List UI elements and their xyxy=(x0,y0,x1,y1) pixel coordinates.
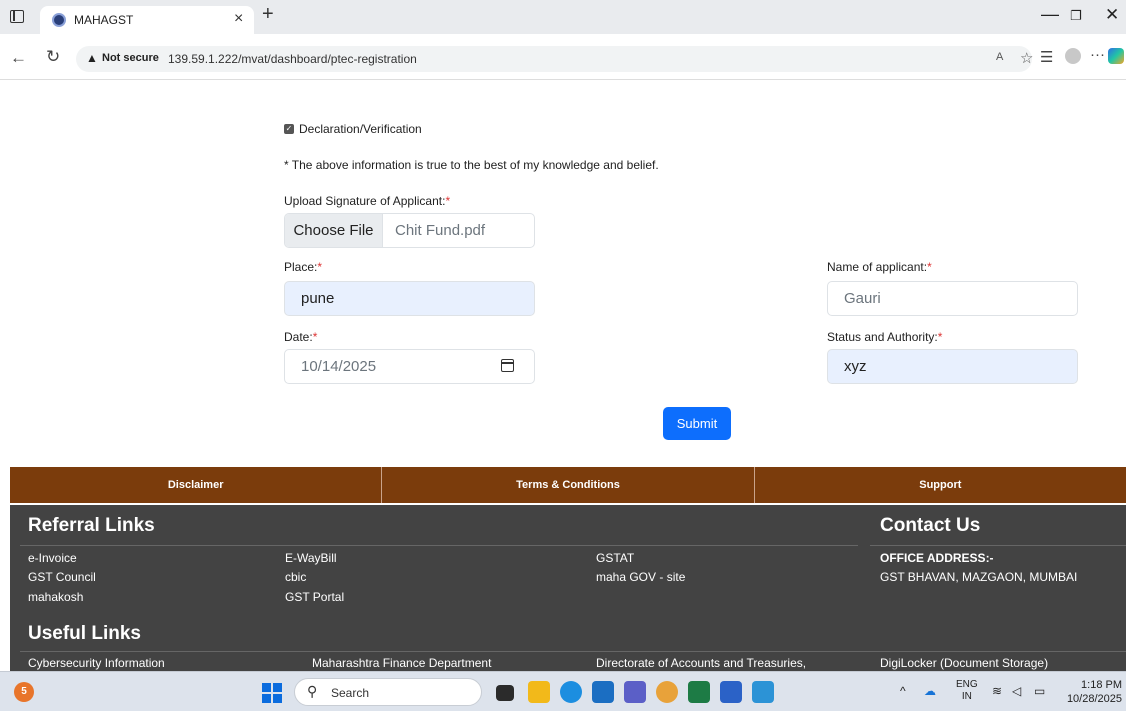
useful-link-cybersecurity[interactable]: Cybersecurity Information xyxy=(28,656,165,670)
site-footer: Referral Links Contact Us e-Invoice E-Wa… xyxy=(10,505,1126,671)
edge-browser-icon[interactable] xyxy=(560,681,582,703)
status-input[interactable]: xyz xyxy=(827,349,1078,384)
tab-title: MAHAGST xyxy=(74,13,134,27)
favorites-icon[interactable]: ☰ xyxy=(1040,48,1053,66)
date-input[interactable]: 10/14/2025 xyxy=(284,349,535,384)
tray-chevron-icon[interactable]: ^ xyxy=(900,684,906,698)
submit-button[interactable]: Submit xyxy=(663,407,731,440)
address-row: ← ↻ ▲ Not secure 139.59.1.222/mvat/dashb… xyxy=(0,34,1126,80)
place-input[interactable]: pune xyxy=(284,281,535,316)
language-indicator[interactable]: ENG IN xyxy=(956,679,978,703)
useful-link-finance-dept[interactable]: Maharashtra Finance Department xyxy=(312,656,491,670)
disclaimer-link[interactable]: Disclaimer xyxy=(10,467,383,503)
referral-link-ewaybill[interactable]: E-WayBill xyxy=(285,551,337,565)
place-label: Place:* xyxy=(284,260,323,274)
terms-link[interactable]: Terms & Conditions xyxy=(382,467,755,503)
excel-icon[interactable] xyxy=(688,681,710,703)
taskbar-clock[interactable]: 1:18 PM 10/28/2025 xyxy=(1062,678,1122,706)
referral-link-mahakosh[interactable]: mahakosh xyxy=(28,590,83,604)
choose-file-button[interactable]: Choose File xyxy=(285,214,383,247)
useful-link-digilocker[interactable]: DigiLocker (Document Storage) xyxy=(880,656,1048,670)
declaration-text: * The above information is true to the b… xyxy=(284,158,659,172)
browser-titlebar: MAHAGST × + — ❐ ✕ xyxy=(0,0,1126,34)
tab-close-icon[interactable]: × xyxy=(234,10,243,28)
contact-divider xyxy=(870,545,1126,546)
referral-link-gstat[interactable]: GSTAT xyxy=(596,551,634,565)
browser-tab[interactable]: MAHAGST × xyxy=(40,6,254,34)
reload-icon[interactable]: ↻ xyxy=(46,47,60,67)
back-icon[interactable]: ← xyxy=(10,48,27,68)
referral-link-gst-portal[interactable]: GST Portal xyxy=(285,590,344,604)
profile-avatar-icon[interactable] xyxy=(1065,48,1081,64)
name-label: Name of applicant:* xyxy=(827,260,932,274)
onedrive-icon[interactable]: ☁ xyxy=(924,684,936,698)
name-input[interactable]: Gauri xyxy=(827,281,1078,316)
referral-link-cbic[interactable]: cbic xyxy=(285,570,306,584)
volume-icon[interactable]: ◁ xyxy=(1012,684,1021,698)
wifi-icon[interactable]: ≋ xyxy=(992,684,1002,698)
footer-nav-bar: Disclaimer Terms & Conditions Support xyxy=(10,467,1126,503)
support-link[interactable]: Support xyxy=(755,467,1126,503)
taskbar-search[interactable]: ⚲ Search xyxy=(294,678,482,706)
windows-taskbar: 5 ⚲ Search ^ ☁ ENG IN ≋ ◁ ▭ 1:18 PM 10/2… xyxy=(0,671,1126,711)
ptec-registration-form: ✓ Declaration/Verification * The above i… xyxy=(0,80,1126,465)
taskbar-search-label: Search xyxy=(331,686,370,700)
tab-actions-icon[interactable] xyxy=(10,10,24,23)
referral-heading: Referral Links xyxy=(28,515,155,536)
calendar-icon[interactable] xyxy=(501,359,514,372)
referral-link-maha-gov[interactable]: maha GOV - site xyxy=(596,570,685,584)
signature-label: Upload Signature of Applicant:* xyxy=(284,194,451,208)
task-view-icon[interactable] xyxy=(496,685,514,701)
favorite-star-icon[interactable]: ☆ xyxy=(1020,49,1033,67)
word-icon[interactable] xyxy=(720,681,742,703)
photos-icon[interactable] xyxy=(752,681,774,703)
start-windows-icon[interactable] xyxy=(262,683,282,703)
declaration-row[interactable]: ✓ Declaration/Verification xyxy=(284,122,422,136)
notification-badge[interactable]: 5 xyxy=(14,682,34,702)
copilot-icon[interactable] xyxy=(1108,48,1124,64)
date-value: 10/14/2025 xyxy=(301,358,377,375)
useful-link-accounts-treasuries[interactable]: Directorate of Accounts and Treasuries, xyxy=(596,656,806,670)
office-address-text: GST BHAVAN, MAZGAON, MUMBAI xyxy=(880,570,1078,584)
selected-file-name: Chit Fund.pdf xyxy=(395,222,486,239)
warning-icon: ▲ xyxy=(86,51,98,65)
referral-link-gst-council[interactable]: GST Council xyxy=(28,570,96,584)
status-label: Status and Authority:* xyxy=(827,330,943,344)
new-tab-icon[interactable]: + xyxy=(262,3,274,26)
site-favicon-icon xyxy=(52,13,66,27)
teams-icon[interactable] xyxy=(624,681,646,703)
declaration-label: Declaration/Verification xyxy=(299,122,422,136)
more-options-icon[interactable]: ··· xyxy=(1090,46,1105,63)
restore-icon[interactable]: ❐ xyxy=(1070,8,1082,24)
referral-divider xyxy=(20,545,858,546)
outlook-icon[interactable] xyxy=(592,681,614,703)
signature-file-input[interactable]: Choose File Chit Fund.pdf xyxy=(284,213,535,248)
referral-link-einvoice[interactable]: e-Invoice xyxy=(28,551,77,565)
security-label[interactable]: Not secure xyxy=(102,52,159,64)
contact-heading: Contact Us xyxy=(880,515,981,536)
file-explorer-icon[interactable] xyxy=(528,681,550,703)
chrome-icon[interactable] xyxy=(656,681,678,703)
useful-heading: Useful Links xyxy=(28,623,141,644)
minimize-icon[interactable]: — xyxy=(1041,4,1059,25)
close-window-icon[interactable]: ✕ xyxy=(1105,5,1119,25)
search-icon: ⚲ xyxy=(307,683,318,699)
read-aloud-icon[interactable]: A xyxy=(996,51,1003,63)
address-bar[interactable]: ▲ Not secure 139.59.1.222/mvat/dashboard… xyxy=(76,46,1033,72)
useful-divider xyxy=(20,651,1126,652)
office-address-label: OFFICE ADDRESS:- xyxy=(880,551,994,565)
declaration-checkbox[interactable]: ✓ xyxy=(284,124,294,134)
date-label: Date:* xyxy=(284,330,318,344)
url-text[interactable]: 139.59.1.222/mvat/dashboard/ptec-registr… xyxy=(168,52,417,66)
battery-icon[interactable]: ▭ xyxy=(1034,684,1045,698)
